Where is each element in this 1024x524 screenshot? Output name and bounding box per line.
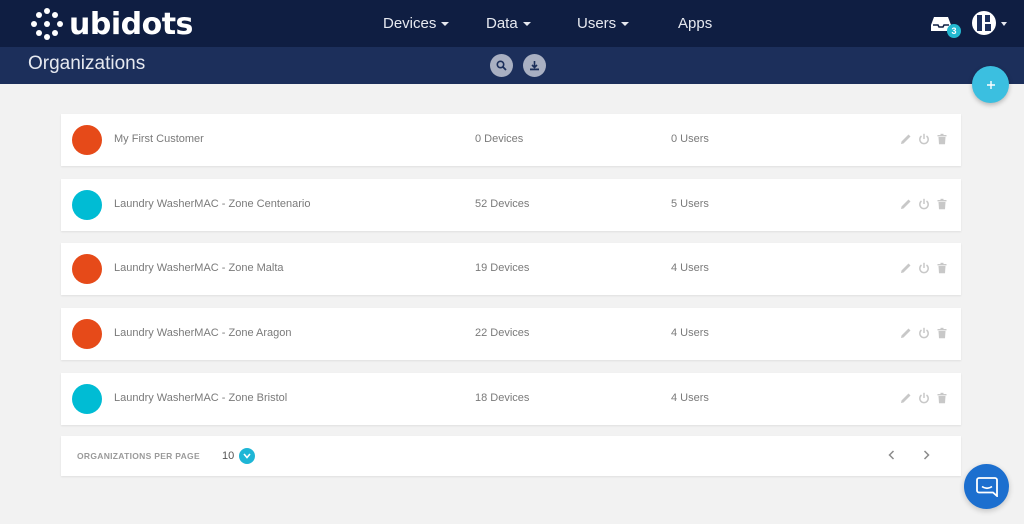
top-navbar: ubidots Devices Data Users Apps 3 bbox=[0, 0, 1024, 47]
ubidots-logo[interactable]: ubidots bbox=[31, 6, 193, 42]
download-button[interactable] bbox=[523, 54, 546, 77]
nav-data[interactable]: Data bbox=[486, 0, 531, 47]
edit-button[interactable] bbox=[899, 326, 913, 340]
organization-avatar bbox=[72, 319, 102, 349]
trash-icon bbox=[937, 392, 947, 404]
chevron-down-icon bbox=[522, 22, 531, 27]
organization-avatar bbox=[72, 190, 102, 220]
organization-name[interactable]: Laundry WasherMAC - Zone Malta bbox=[114, 262, 284, 274]
delete-button[interactable] bbox=[935, 197, 949, 211]
disable-button[interactable] bbox=[917, 261, 931, 275]
power-icon bbox=[919, 262, 929, 274]
organization-devices-count: 19 Devices bbox=[475, 262, 530, 274]
plus-icon bbox=[986, 80, 995, 89]
edit-button[interactable] bbox=[899, 197, 913, 211]
nav-users[interactable]: Users bbox=[577, 0, 630, 47]
delete-button[interactable] bbox=[935, 261, 949, 275]
page-header: Organizations bbox=[0, 47, 1024, 84]
organization-devices-count: 22 Devices bbox=[475, 327, 530, 339]
organization-devices-count: 52 Devices bbox=[475, 198, 530, 210]
disable-button[interactable] bbox=[917, 326, 931, 340]
search-button[interactable] bbox=[490, 54, 513, 77]
nav-devices-label: Devices bbox=[383, 15, 437, 32]
chat-icon bbox=[975, 476, 998, 497]
organization-avatar bbox=[72, 254, 102, 284]
next-page-button[interactable] bbox=[918, 447, 934, 463]
organization-devices-count: 18 Devices bbox=[475, 392, 530, 404]
edit-button[interactable] bbox=[899, 261, 913, 275]
organization-avatar bbox=[72, 125, 102, 155]
pencil-icon bbox=[901, 134, 911, 144]
chevron-left-icon bbox=[887, 450, 894, 460]
trash-icon bbox=[937, 327, 947, 339]
delete-button[interactable] bbox=[935, 391, 949, 405]
notification-count-badge: 3 bbox=[947, 24, 961, 38]
pagination-bar: ORGANIZATIONS PER PAGE 10 bbox=[61, 436, 961, 476]
chat-launcher-button[interactable] bbox=[964, 464, 1009, 509]
trash-icon bbox=[937, 262, 947, 274]
delete-button[interactable] bbox=[935, 132, 949, 146]
per-page-value[interactable]: 10 bbox=[222, 450, 234, 462]
disable-button[interactable] bbox=[917, 197, 931, 211]
chevron-down-icon bbox=[621, 22, 630, 27]
pencil-icon bbox=[901, 393, 911, 403]
organization-row[interactable]: Laundry WasherMAC - Zone Centenario 52 D… bbox=[61, 179, 961, 231]
organization-name[interactable]: Laundry WasherMAC - Zone Bristol bbox=[114, 392, 287, 404]
pencil-icon bbox=[901, 199, 911, 209]
organization-row[interactable]: Laundry WasherMAC - Zone Aragon 22 Devic… bbox=[61, 308, 961, 360]
organization-users-count: 0 Users bbox=[671, 133, 709, 145]
chevron-right-icon bbox=[923, 450, 930, 460]
download-icon bbox=[530, 61, 539, 71]
disable-button[interactable] bbox=[917, 391, 931, 405]
logo-dots-icon bbox=[31, 8, 63, 40]
nav-apps-label: Apps bbox=[678, 15, 713, 32]
row-actions bbox=[899, 132, 949, 146]
notifications-button[interactable]: 3 bbox=[931, 14, 961, 38]
disable-button[interactable] bbox=[917, 132, 931, 146]
nav-devices[interactable]: Devices bbox=[383, 0, 450, 47]
edit-button[interactable] bbox=[899, 132, 913, 146]
search-icon bbox=[496, 60, 507, 71]
trash-icon bbox=[937, 133, 947, 145]
add-organization-button[interactable] bbox=[972, 66, 1009, 103]
organization-name[interactable]: Laundry WasherMAC - Zone Centenario bbox=[114, 198, 310, 210]
power-icon bbox=[919, 392, 929, 404]
row-actions bbox=[899, 261, 949, 275]
organization-row[interactable]: Laundry WasherMAC - Zone Bristol 18 Devi… bbox=[61, 373, 961, 425]
organization-avatar bbox=[72, 384, 102, 414]
per-page-dropdown[interactable] bbox=[239, 448, 255, 464]
brand-name: ubidots bbox=[69, 6, 193, 42]
row-actions bbox=[899, 326, 949, 340]
organization-users-count: 4 Users bbox=[671, 262, 709, 274]
pencil-icon bbox=[901, 263, 911, 273]
per-page-label: ORGANIZATIONS PER PAGE bbox=[77, 451, 200, 461]
organization-users-count: 5 Users bbox=[671, 198, 709, 210]
chevron-down-icon bbox=[243, 453, 251, 459]
row-actions bbox=[899, 197, 949, 211]
chevron-down-icon[interactable] bbox=[1001, 22, 1007, 26]
organization-name[interactable]: Laundry WasherMAC - Zone Aragon bbox=[114, 327, 292, 339]
power-icon bbox=[919, 198, 929, 210]
power-icon bbox=[919, 327, 929, 339]
previous-page-button[interactable] bbox=[883, 447, 899, 463]
power-icon bbox=[919, 133, 929, 145]
organization-users-count: 4 Users bbox=[671, 327, 709, 339]
nav-users-label: Users bbox=[577, 15, 617, 32]
edit-button[interactable] bbox=[899, 391, 913, 405]
organization-users-count: 4 Users bbox=[671, 392, 709, 404]
chevron-down-icon bbox=[441, 22, 450, 27]
nav-apps[interactable]: Apps bbox=[678, 0, 712, 47]
organization-row[interactable]: My First Customer 0 Devices 0 Users bbox=[61, 114, 961, 166]
row-actions bbox=[899, 391, 949, 405]
delete-button[interactable] bbox=[935, 326, 949, 340]
avatar-icon bbox=[977, 15, 991, 31]
organization-devices-count: 0 Devices bbox=[475, 133, 524, 145]
organization-name[interactable]: My First Customer bbox=[114, 133, 204, 145]
pencil-icon bbox=[901, 328, 911, 338]
user-avatar[interactable] bbox=[972, 11, 996, 35]
nav-data-label: Data bbox=[486, 15, 518, 32]
organization-row[interactable]: Laundry WasherMAC - Zone Malta 19 Device… bbox=[61, 243, 961, 295]
trash-icon bbox=[937, 198, 947, 210]
page-title: Organizations bbox=[28, 53, 146, 74]
